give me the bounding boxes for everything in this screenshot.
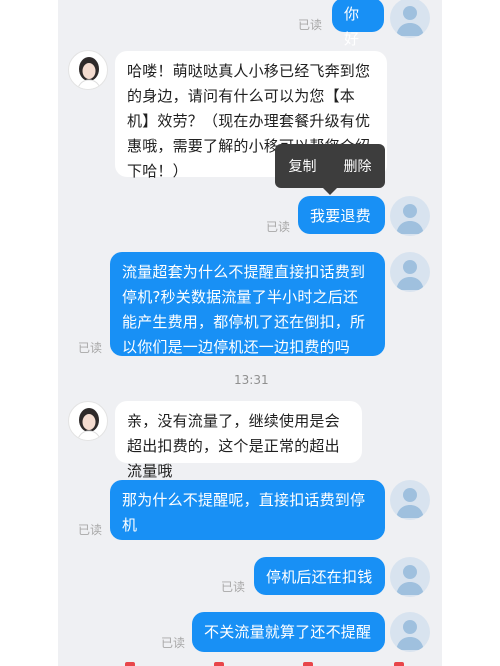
user-avatar[interactable] [390, 480, 430, 520]
message-bubble-outgoing[interactable]: 我要退费 [298, 196, 385, 234]
message-bubble-outgoing[interactable]: 你好 [332, 0, 384, 48]
user-avatar[interactable] [390, 196, 430, 236]
message-bubble-outgoing[interactable]: 停机后还在扣钱 [254, 557, 385, 595]
agent-avatar-icon [77, 57, 101, 89]
message-bubble-outgoing[interactable]: 不关流量就算了还不提醒 [192, 612, 385, 652]
read-receipt: 已读 [161, 636, 186, 650]
message-bubble-outgoing[interactable]: 流量超套为什么不提醒直接扣话费到停机?秒关数据流量了半小时之后还能产生费用，都停… [110, 252, 385, 356]
read-receipt: 已读 [78, 523, 103, 537]
agent-avatar-icon [77, 408, 101, 440]
person-icon [396, 488, 424, 518]
user-avatar[interactable] [390, 252, 430, 292]
copy-menu-item[interactable]: 复制 [275, 156, 330, 176]
delete-menu-item[interactable]: 删除 [330, 156, 385, 176]
read-receipt: 已读 [266, 220, 291, 234]
user-avatar[interactable] [390, 557, 430, 597]
context-menu: 复制 删除 [275, 144, 385, 195]
message-bubble-outgoing[interactable]: 那为什么不提醒呢，直接扣话费到停机 [110, 480, 385, 540]
user-avatar[interactable] [390, 0, 430, 38]
person-icon [396, 565, 424, 595]
user-avatar[interactable] [390, 612, 430, 652]
agent-avatar[interactable] [68, 50, 108, 90]
person-icon [396, 620, 424, 650]
read-receipt: 已读 [78, 341, 103, 355]
decorative-dot [303, 662, 313, 666]
decorative-dot [125, 662, 135, 666]
agent-avatar[interactable] [68, 401, 108, 441]
bottom-strip [58, 658, 442, 666]
chat-area: 已读 你好 哈喽！萌哒哒真人小移已经飞奔到您的身边，请问有什么可以为您【本机】效… [58, 0, 442, 666]
timestamp: 13:31 [234, 373, 269, 387]
person-icon [396, 204, 424, 234]
decorative-dot [394, 662, 404, 666]
read-receipt: 已读 [221, 580, 246, 594]
read-receipt: 已读 [298, 18, 323, 32]
person-icon [396, 6, 424, 36]
message-bubble-incoming[interactable]: 亲，没有流量了，继续使用是会超出扣费的，这个是正常的超出流量哦 [115, 401, 362, 480]
decorative-dot [214, 662, 224, 666]
person-icon [396, 260, 424, 290]
